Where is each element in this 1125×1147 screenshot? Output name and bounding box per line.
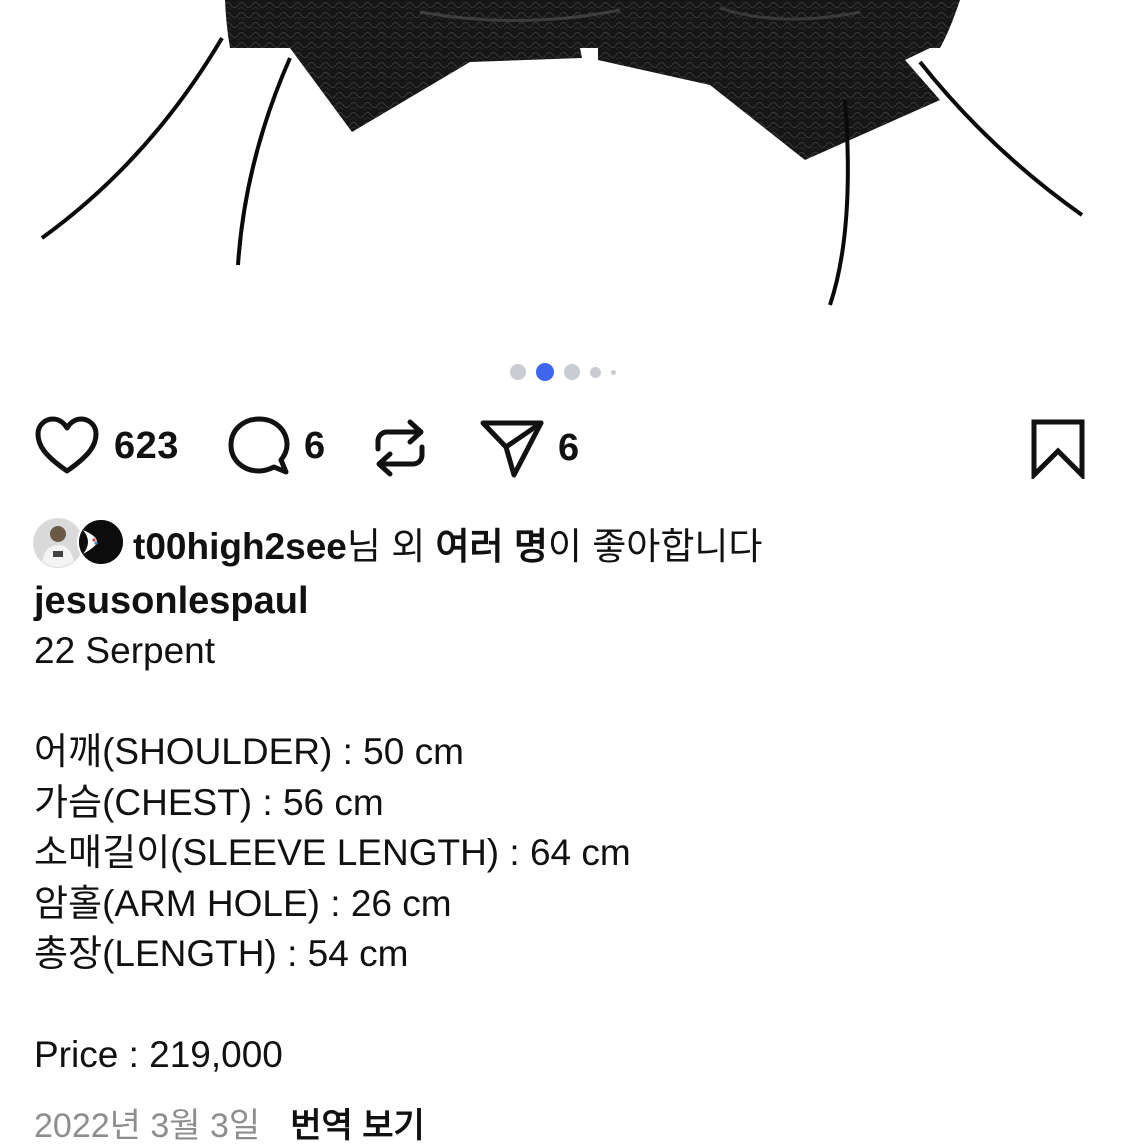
- liked-by-row[interactable]: t00high2see님 외 여러 명이 좋아합니다: [33, 512, 762, 574]
- post-caption: jesusonlespaul 22 Serpent 어깨(SHOULDER) :…: [34, 576, 1094, 1081]
- save-button[interactable]: [1031, 419, 1085, 479]
- price-line: Price : 219,000: [34, 1034, 283, 1075]
- comment-count: 6: [304, 424, 326, 467]
- post-title: 22 Serpent: [34, 630, 216, 671]
- action-bar: 623 6 6: [0, 415, 1125, 485]
- liked-others[interactable]: 여러 명: [436, 526, 548, 567]
- carousel-dot-active: [535, 363, 554, 381]
- carousel-dot: [589, 366, 601, 378]
- post-footer: 2022년 3월 3일 번역 보기: [34, 1098, 425, 1147]
- liked-suffix: 님 외: [346, 526, 436, 567]
- measurement-line: 소매길이(SLEEVE LENGTH) : 64 cm: [34, 832, 631, 873]
- measurement-line: 가슴(CHEST) : 56 cm: [34, 781, 384, 823]
- carousel-dot: [509, 364, 526, 380]
- post-photo[interactable]: [0, 0, 1125, 340]
- share-button[interactable]: 6: [480, 417, 580, 479]
- measurement-line: 총장(LENGTH) : 54 cm: [34, 933, 409, 974]
- carousel-dot: [610, 369, 616, 375]
- post-date: 2022년 3월 3일: [34, 1107, 261, 1145]
- like-count: 623: [114, 424, 179, 467]
- liker-avatars: [33, 518, 125, 568]
- carousel-dot: [563, 364, 580, 380]
- repost-icon: [375, 419, 425, 477]
- measurement-line: 어깨(SHOULDER) : 50 cm: [34, 731, 464, 772]
- jacket-image: [40, 0, 1084, 306]
- measurement-line: 암홀(ARM HOLE) : 26 cm: [34, 882, 452, 924]
- like-button[interactable]: 623: [34, 415, 179, 477]
- share-count: 6: [558, 426, 580, 469]
- avatar: [33, 518, 83, 568]
- send-icon: [480, 420, 544, 478]
- repost-button[interactable]: [372, 417, 428, 479]
- comment-icon: [228, 416, 290, 475]
- carousel-indicator: [0, 363, 1125, 381]
- avatar: [77, 518, 125, 566]
- liked-end: 이 좋아합니다: [547, 526, 763, 567]
- post-author-username[interactable]: jesusonlespaul: [34, 576, 1094, 626]
- heart-icon: [35, 416, 99, 474]
- comment-button[interactable]: 6: [228, 415, 326, 477]
- liked-by-text: t00high2see님 외 여러 명이 좋아합니다: [133, 516, 762, 570]
- liker-username[interactable]: t00high2see: [133, 526, 347, 567]
- bookmark-icon: [1031, 419, 1085, 479]
- translate-link[interactable]: 번역 보기: [290, 1107, 425, 1145]
